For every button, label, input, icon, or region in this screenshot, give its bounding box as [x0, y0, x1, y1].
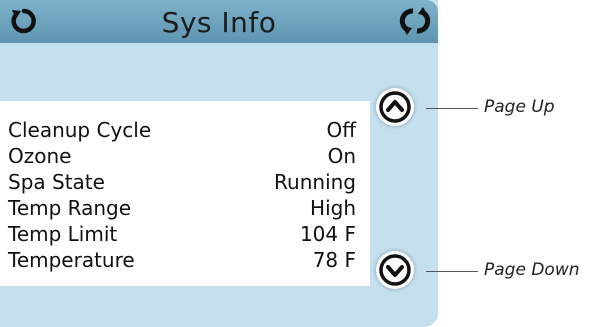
chevron-down-icon [379, 254, 411, 286]
chevron-up-icon [379, 91, 411, 123]
page-down-callout: Page Down [484, 260, 580, 280]
info-row: Temperature 78 F [8, 247, 356, 273]
row-label: Temp Range [8, 196, 132, 220]
page-up-callout-line [426, 108, 478, 109]
row-label: Temp Limit [8, 222, 118, 246]
info-row: Temp Range High [8, 195, 356, 221]
row-value: Running [274, 170, 356, 194]
page-down-button[interactable] [376, 251, 414, 289]
page-title: Sys Info [161, 6, 277, 39]
row-value: 104 F [299, 222, 356, 246]
row-label: Ozone [8, 144, 72, 168]
page-up-button[interactable] [376, 88, 414, 126]
page-down-callout-line [426, 271, 478, 272]
info-panel: Cleanup Cycle Off Ozone On Spa State Run… [0, 101, 370, 286]
row-value: On [327, 144, 356, 168]
row-value: 78 F [312, 248, 356, 272]
header-bar: Sys Info [0, 0, 438, 43]
info-row: Temp Limit 104 F [8, 221, 356, 247]
row-label: Spa State [8, 170, 105, 194]
info-row: Spa State Running [8, 169, 356, 195]
refresh-icon[interactable] [398, 6, 432, 36]
page-up-callout: Page Up [484, 97, 555, 117]
spa-screen: Sys Info Cleanup Cycle Off Ozone On Spa … [0, 0, 438, 327]
row-value: High [310, 196, 356, 220]
row-label: Temperature [8, 248, 135, 272]
row-label: Cleanup Cycle [8, 118, 152, 142]
row-value: Off [326, 118, 356, 142]
info-row: Cleanup Cycle Off [8, 117, 356, 143]
info-row: Ozone On [8, 143, 356, 169]
